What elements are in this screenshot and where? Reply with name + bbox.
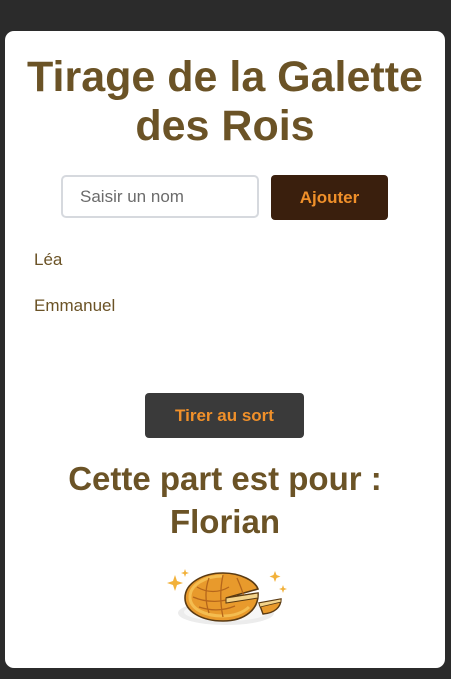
participant-item: Léa [34,250,63,269]
draw-button[interactable]: Tirer au sort [145,393,304,438]
participant-list: Léa Emmanuel [34,247,115,339]
result-prefix: Cette part est pour : [68,460,382,497]
add-button[interactable]: Ajouter [271,175,388,220]
page-title: Tirage de la Galette des Rois [27,53,423,150]
galette-card: Tirage de la Galette des Rois Ajouter Lé… [5,31,445,668]
name-input[interactable] [61,175,259,218]
galette-icon [167,569,287,625]
winner-name: Florian [169,503,280,540]
result-heading: Cette part est pour : Florian [5,457,445,543]
participant-item: Emmanuel [34,296,116,315]
